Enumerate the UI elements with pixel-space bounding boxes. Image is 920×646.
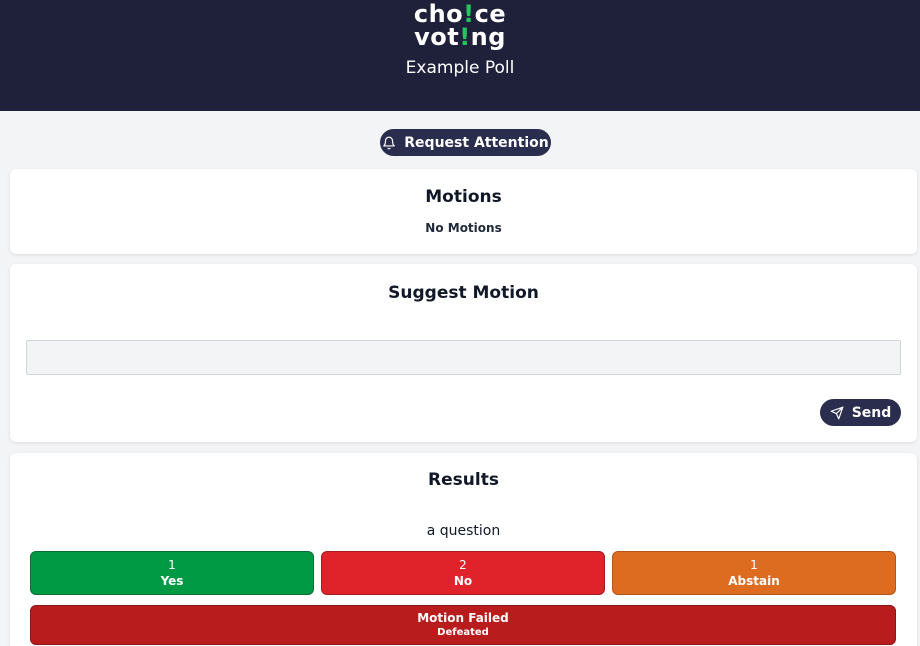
no-motions-text: No Motions bbox=[425, 221, 502, 235]
outcome-sub: Defeated bbox=[437, 627, 489, 638]
vote-count: 2 bbox=[459, 558, 467, 572]
logo-text: ng bbox=[470, 23, 506, 51]
logo-bang: ! bbox=[459, 23, 471, 51]
vote-no-box: 2 No bbox=[321, 551, 605, 595]
suggest-motion-card: Suggest Motion Send bbox=[10, 264, 917, 442]
vote-count: 1 bbox=[750, 558, 758, 572]
bell-icon bbox=[382, 136, 396, 150]
logo-text: vot bbox=[414, 23, 460, 51]
logo-line-2: vot!ng bbox=[0, 23, 920, 51]
question-text: a question bbox=[426, 523, 501, 539]
send-button[interactable]: Send bbox=[820, 399, 901, 426]
outcome-main: Motion Failed bbox=[417, 611, 509, 625]
vote-count: 1 bbox=[168, 558, 176, 572]
motions-card: Motions No Motions bbox=[10, 169, 917, 254]
motions-title: Motions bbox=[425, 187, 502, 207]
app-header: cho!ce vot!ng Example Poll bbox=[0, 0, 920, 111]
poll-title: Example Poll bbox=[405, 58, 515, 78]
suggest-motion-title: Suggest Motion bbox=[388, 283, 539, 303]
results-title: Results bbox=[428, 470, 499, 490]
motion-input[interactable] bbox=[26, 340, 901, 375]
vote-label: Abstain bbox=[728, 574, 780, 588]
vote-label: No bbox=[453, 574, 473, 588]
send-icon bbox=[830, 406, 844, 420]
choice-voting-logo: cho!ce vot!ng bbox=[0, 0, 920, 49]
vote-abstain-box: 1 Abstain bbox=[612, 551, 896, 595]
send-label: Send bbox=[851, 404, 892, 421]
vote-yes-box: 1 Yes bbox=[30, 551, 314, 595]
motion-outcome-banner: Motion Failed Defeated bbox=[30, 605, 896, 645]
request-attention-label: Request Attention bbox=[404, 134, 549, 151]
vote-label: Yes bbox=[160, 574, 184, 588]
request-attention-button[interactable]: Request Attention bbox=[380, 129, 551, 156]
results-card: Results a question 1 Yes 2 No 1 Abstain … bbox=[10, 453, 917, 646]
